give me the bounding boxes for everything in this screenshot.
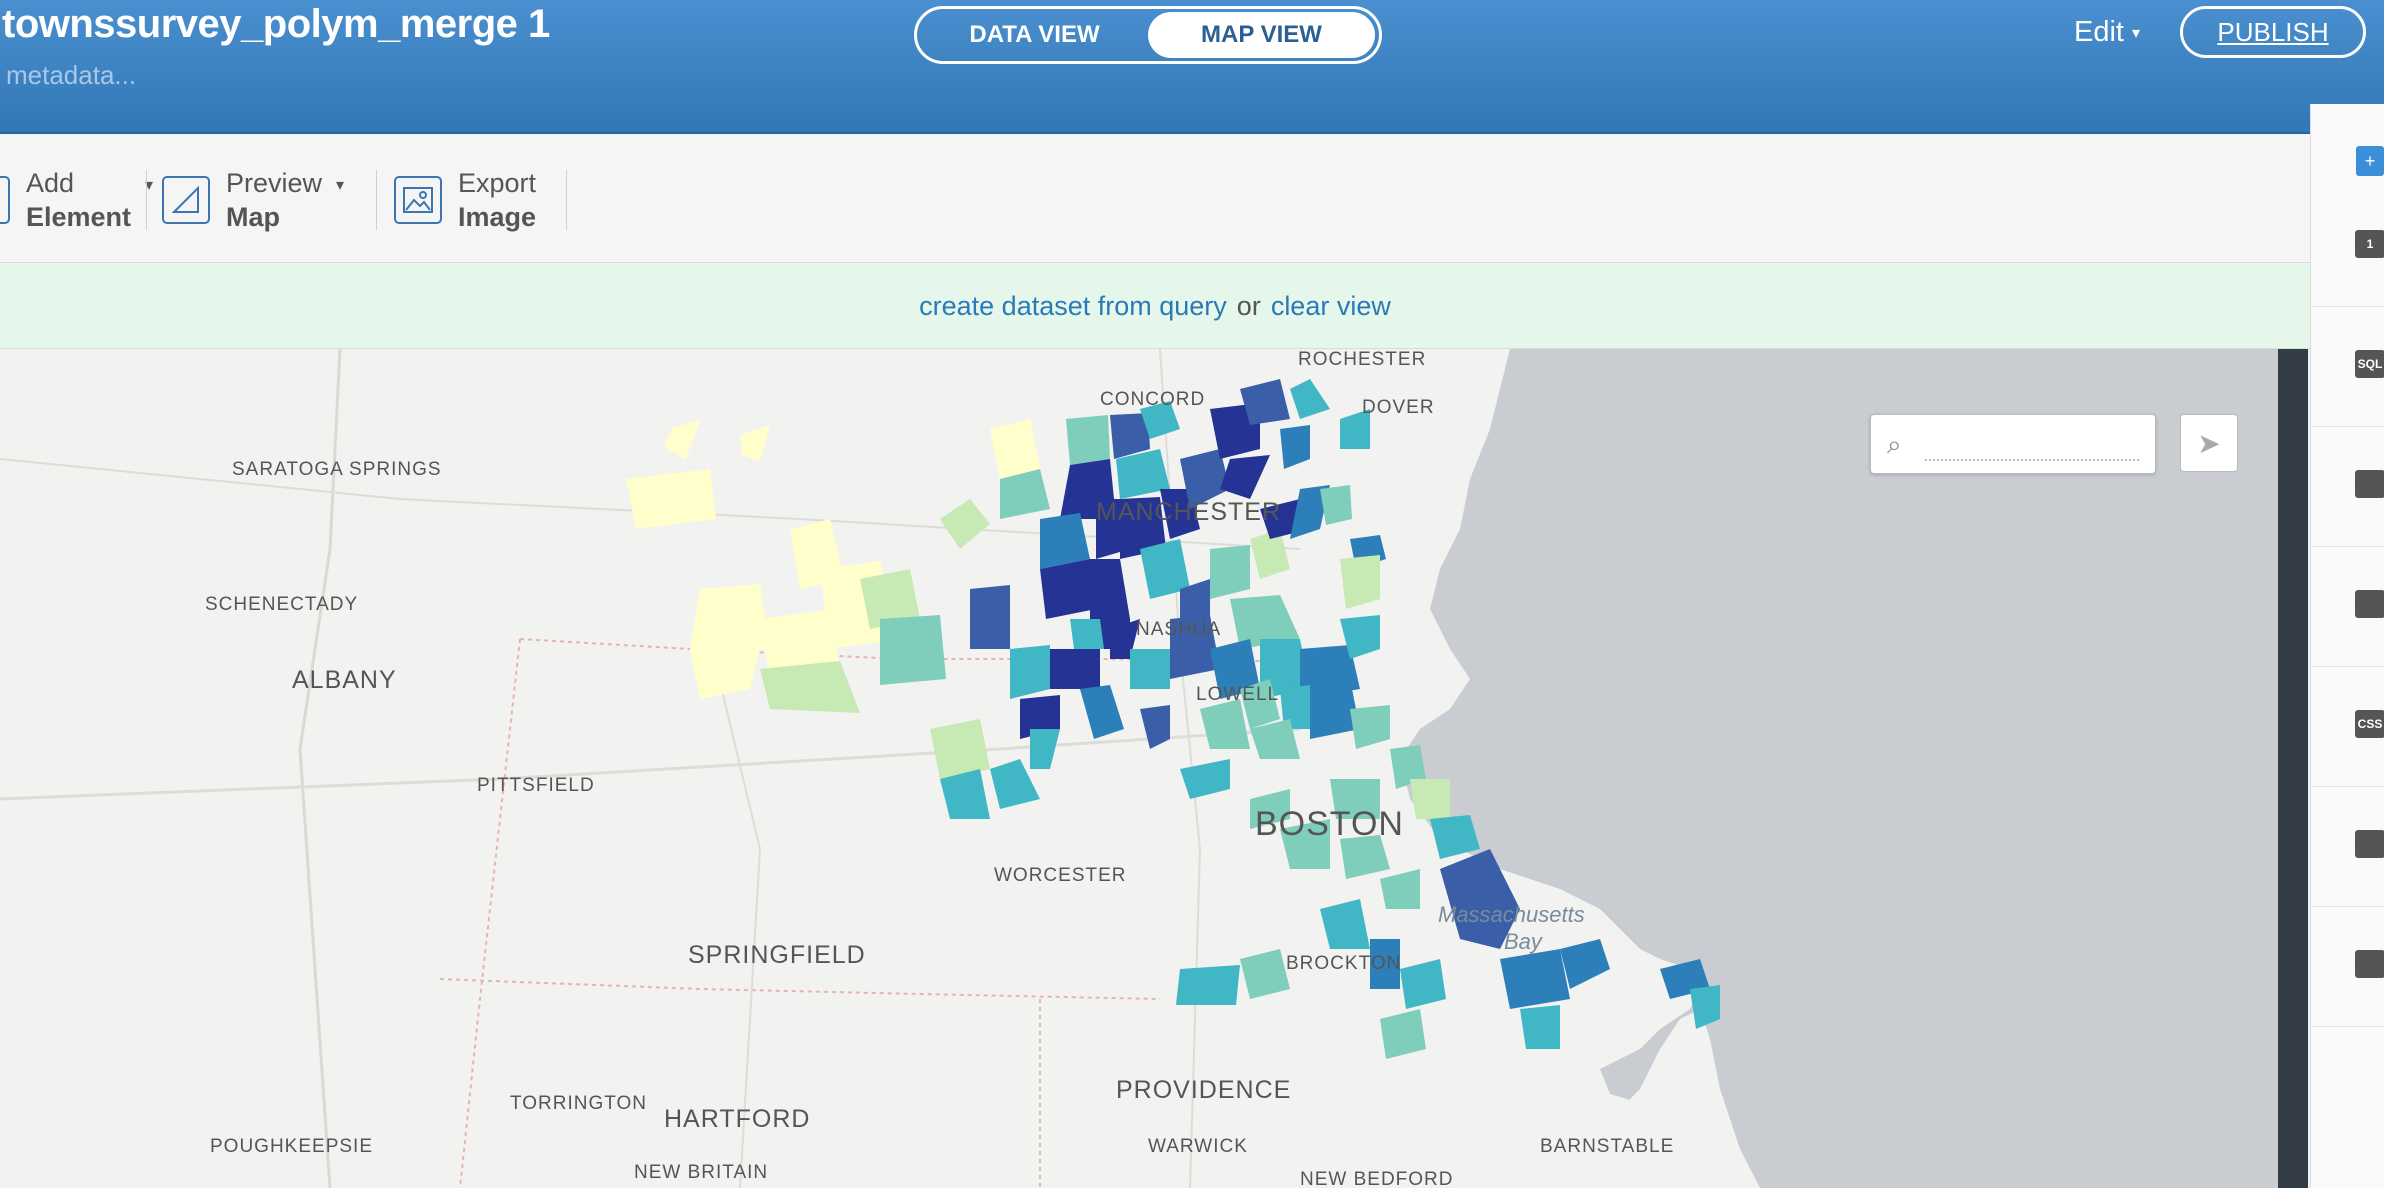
label-springfield: SPRINGFIELD — [688, 941, 866, 969]
label-albany: ALBANY — [292, 666, 397, 694]
right-sidebar: 1 SQL CSS — [2310, 104, 2384, 1188]
label-torrington: TORRINGTON — [510, 1093, 647, 1114]
label-warwick: WARWICK — [1148, 1136, 1248, 1157]
label-nashua: NASHUA — [1136, 619, 1221, 640]
export-image-line2: Image — [458, 202, 537, 232]
edit-label: Edit — [2074, 16, 2124, 48]
map-canvas[interactable]: ROCHESTER CONCORD DOVER SARATOGA SPRINGS… — [0, 349, 2278, 1188]
wizard-icon — [2355, 470, 2384, 498]
data-view-button[interactable]: DATA VIEW — [921, 12, 1148, 58]
legend-icon — [2355, 830, 2384, 858]
clear-view-link[interactable]: clear view — [1271, 291, 1391, 322]
label-manchester: MANCHESTER — [1096, 498, 1281, 526]
label-worcester: WORCESTER — [994, 865, 1127, 886]
metadata-link[interactable]: metadata... — [6, 60, 136, 91]
sidebar-item-infowindow[interactable] — [2311, 546, 2384, 667]
sidebar-rail — [2278, 349, 2308, 1188]
sidebar-item-wizard[interactable] — [2311, 426, 2384, 547]
css-icon: CSS — [2355, 710, 2384, 738]
map-search-input[interactable] — [1925, 433, 2139, 461]
sidebar-item-layers[interactable]: 1 — [2311, 186, 2384, 307]
sidebar-item-sql[interactable]: SQL — [2311, 306, 2384, 427]
preview-map-button[interactable]: Preview Map ▾ — [162, 166, 344, 234]
label-massachusetts-bay-2: Bay — [1504, 929, 1544, 954]
map-search-box: ⌕ — [1870, 414, 2156, 474]
create-dataset-link[interactable]: create dataset from query — [919, 291, 1227, 322]
publish-button[interactable]: PUBLISH — [2180, 6, 2366, 58]
preview-map-line2: Map — [226, 202, 280, 232]
view-toggle: DATA VIEW MAP VIEW — [914, 6, 1382, 64]
label-rochester: ROCHESTER — [1298, 349, 1426, 370]
top-header: townssurvey_polym_merge 1 metadata... DA… — [0, 0, 2384, 134]
preview-map-line1: Preview — [226, 168, 323, 198]
label-barnstable: BARNSTABLE — [1540, 1136, 1674, 1157]
add-layer-button[interactable]: + — [2356, 146, 2384, 176]
toolbar-divider — [146, 170, 147, 230]
add-element-line1: Add — [26, 168, 75, 198]
label-poughkeepsie: POUGHKEEPSIE — [210, 1136, 373, 1157]
add-element-icon — [0, 176, 10, 224]
label-dover: DOVER — [1362, 397, 1435, 418]
dataset-title[interactable]: townssurvey_polym_merge 1 — [2, 2, 550, 47]
add-element-button[interactable]: Add Element ▾ — [0, 166, 153, 234]
label-providence: PROVIDENCE — [1116, 1076, 1291, 1104]
label-saratoga: SARATOGA SPRINGS — [232, 459, 442, 480]
infowindow-icon — [2355, 590, 2384, 618]
caret-down-icon: ▾ — [2131, 24, 2141, 42]
label-hartford: HARTFORD — [664, 1105, 810, 1133]
chart-icon — [2355, 950, 2384, 978]
sidebar-item-chart[interactable] — [2311, 906, 2384, 1027]
label-lowell: LOWELL — [1196, 684, 1279, 705]
preview-ruler-icon — [162, 176, 210, 224]
notice-or-text: or — [1236, 290, 1261, 321]
export-image-button[interactable]: Export Image — [394, 166, 536, 234]
label-pittsfield: PITTSFIELD — [477, 775, 595, 796]
map-view-button[interactable]: MAP VIEW — [1148, 12, 1375, 58]
locate-button[interactable]: ➤ — [2180, 414, 2238, 472]
sidebar-item-legend[interactable] — [2311, 786, 2384, 907]
add-element-line2: Element — [26, 202, 132, 232]
edit-menu[interactable]: Edit ▾ — [2074, 16, 2140, 49]
label-concord: CONCORD — [1100, 389, 1205, 410]
export-image-line1: Export — [458, 168, 537, 198]
toolbar-divider — [376, 170, 377, 230]
label-schenectady: SCHENECTADY — [205, 594, 358, 615]
image-icon — [394, 176, 442, 224]
label-new-bedford: NEW BEDFORD — [1300, 1169, 1454, 1188]
paper-plane-icon: ➤ — [2197, 427, 2221, 459]
label-massachusetts-bay-1: Massachusetts — [1438, 902, 1585, 927]
layers-icon: 1 — [2355, 230, 2384, 258]
label-brockton: BROCKTON — [1286, 953, 1401, 974]
search-icon: ⌕ — [1887, 429, 1902, 459]
label-boston: BOSTON — [1255, 805, 1404, 843]
sql-icon: SQL — [2355, 350, 2384, 378]
toolbar-divider — [566, 170, 567, 230]
map-toolbar: Add Element ▾ Preview Map ▾ Export Image — [0, 134, 2310, 263]
sidebar-item-css[interactable]: CSS — [2311, 666, 2384, 787]
query-notice-bar: create dataset from query or clear view — [0, 264, 2310, 349]
caret-down-icon: ▾ — [336, 177, 345, 194]
basemap: ROCHESTER CONCORD DOVER SARATOGA SPRINGS… — [0, 349, 2278, 1188]
label-new-britain: NEW BRITAIN — [634, 1162, 768, 1183]
